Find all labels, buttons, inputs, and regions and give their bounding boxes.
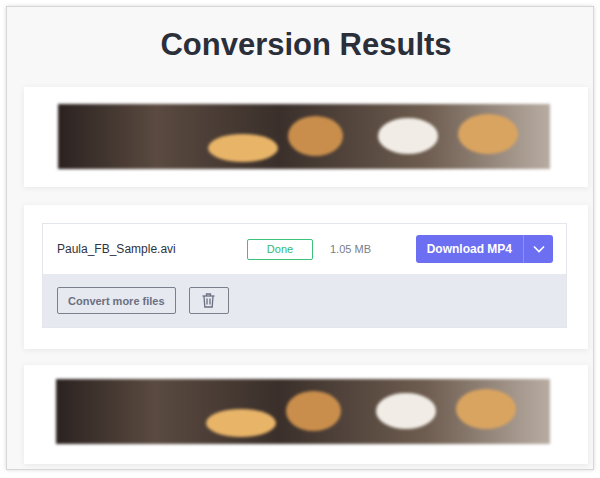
file-box: Paula_FB_Sample.avi Done 1.05 MB Downloa…	[42, 223, 567, 328]
trash-icon	[202, 293, 215, 308]
page-title: Conversion Results	[24, 23, 588, 67]
ad-banner[interactable]	[58, 104, 550, 169]
convert-more-button[interactable]: Convert more files	[57, 287, 176, 314]
status-badge: Done	[247, 239, 313, 260]
ad-card	[24, 365, 588, 464]
download-group: Download MP4	[416, 235, 553, 263]
file-card: Paula_FB_Sample.avi Done 1.05 MB Downloa…	[24, 205, 588, 349]
ad-card	[24, 87, 588, 187]
download-button[interactable]: Download MP4	[416, 235, 523, 263]
file-size: 1.05 MB	[330, 243, 371, 255]
file-name: Paula_FB_Sample.avi	[57, 242, 247, 256]
results-page: Conversion Results Paula_FB_Sample.avi D…	[6, 6, 594, 470]
file-row: Paula_FB_Sample.avi Done 1.05 MB Downloa…	[43, 224, 566, 274]
delete-button[interactable]	[189, 287, 229, 314]
action-strip: Convert more files	[43, 274, 566, 327]
chevron-down-icon	[533, 245, 545, 253]
download-options-button[interactable]	[523, 235, 553, 263]
ad-banner[interactable]	[56, 379, 550, 444]
